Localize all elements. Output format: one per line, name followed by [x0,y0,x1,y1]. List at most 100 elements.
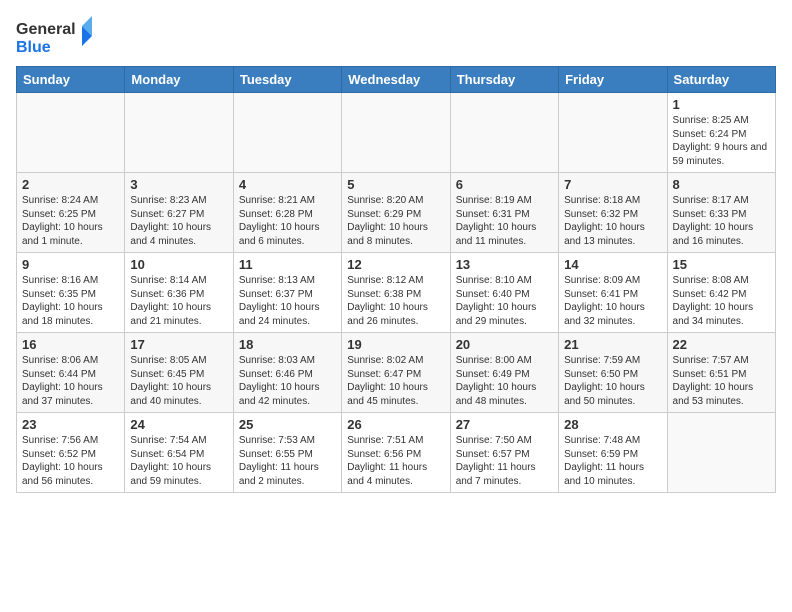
day-info: Sunrise: 7:53 AM Sunset: 6:55 PM Dayligh… [239,434,336,488]
day-info: Sunrise: 7:50 AM Sunset: 6:57 PM Dayligh… [456,434,553,488]
day-info: Sunrise: 8:05 AM Sunset: 6:45 PM Dayligh… [130,354,227,408]
day-info: Sunrise: 7:54 AM Sunset: 6:54 PM Dayligh… [130,434,227,488]
calendar-cell: 1 Sunrise: 8:25 AM Sunset: 6:24 PM Daylig… [667,93,775,173]
day-info: Sunrise: 8:03 AM Sunset: 6:46 PM Dayligh… [239,354,336,408]
day-info: Sunrise: 8:18 AM Sunset: 6:32 PM Dayligh… [564,194,661,248]
day-number: 18 [239,337,336,352]
day-number: 22 [673,337,770,352]
calendar-cell: 15 Sunrise: 8:08 AM Sunset: 6:42 PM Dayli… [667,253,775,333]
calendar-cell [450,93,558,173]
day-info: Sunrise: 8:17 AM Sunset: 6:33 PM Dayligh… [673,194,770,248]
calendar-cell: 26 Sunrise: 7:51 AM Sunset: 6:56 PM Dayli… [342,413,450,493]
calendar-cell: 22 Sunrise: 7:57 AM Sunset: 6:51 PM Dayli… [667,333,775,413]
calendar-cell [667,413,775,493]
weekday-header-saturday: Saturday [667,67,775,93]
day-info: Sunrise: 8:09 AM Sunset: 6:41 PM Dayligh… [564,274,661,328]
day-number: 17 [130,337,227,352]
day-number: 25 [239,417,336,432]
calendar-cell: 10 Sunrise: 8:14 AM Sunset: 6:36 PM Dayli… [125,253,233,333]
calendar-cell: 2 Sunrise: 8:24 AM Sunset: 6:25 PM Daylig… [17,173,125,253]
day-info: Sunrise: 8:16 AM Sunset: 6:35 PM Dayligh… [22,274,119,328]
day-info: Sunrise: 8:12 AM Sunset: 6:38 PM Dayligh… [347,274,444,328]
calendar-cell: 16 Sunrise: 8:06 AM Sunset: 6:44 PM Dayli… [17,333,125,413]
weekday-header-wednesday: Wednesday [342,67,450,93]
logo: GeneralBlue [16,16,96,58]
day-number: 6 [456,177,553,192]
day-info: Sunrise: 7:51 AM Sunset: 6:56 PM Dayligh… [347,434,444,488]
day-info: Sunrise: 7:59 AM Sunset: 6:50 PM Dayligh… [564,354,661,408]
day-number: 9 [22,257,119,272]
day-info: Sunrise: 8:02 AM Sunset: 6:47 PM Dayligh… [347,354,444,408]
day-number: 8 [673,177,770,192]
calendar-cell: 14 Sunrise: 8:09 AM Sunset: 6:41 PM Dayli… [559,253,667,333]
calendar-cell: 27 Sunrise: 7:50 AM Sunset: 6:57 PM Dayli… [450,413,558,493]
calendar-cell: 19 Sunrise: 8:02 AM Sunset: 6:47 PM Dayli… [342,333,450,413]
day-number: 15 [673,257,770,272]
day-info: Sunrise: 7:57 AM Sunset: 6:51 PM Dayligh… [673,354,770,408]
day-number: 2 [22,177,119,192]
weekday-header-tuesday: Tuesday [233,67,341,93]
day-number: 16 [22,337,119,352]
day-info: Sunrise: 8:24 AM Sunset: 6:25 PM Dayligh… [22,194,119,248]
day-info: Sunrise: 8:19 AM Sunset: 6:31 PM Dayligh… [456,194,553,248]
day-number: 12 [347,257,444,272]
calendar-week-row: 2 Sunrise: 8:24 AM Sunset: 6:25 PM Daylig… [17,173,776,253]
weekday-header-thursday: Thursday [450,67,558,93]
day-info: Sunrise: 8:14 AM Sunset: 6:36 PM Dayligh… [130,274,227,328]
day-number: 14 [564,257,661,272]
day-number: 27 [456,417,553,432]
day-info: Sunrise: 8:21 AM Sunset: 6:28 PM Dayligh… [239,194,336,248]
day-info: Sunrise: 8:25 AM Sunset: 6:24 PM Dayligh… [673,114,770,168]
svg-text:Blue: Blue [16,39,51,56]
day-info: Sunrise: 8:23 AM Sunset: 6:27 PM Dayligh… [130,194,227,248]
day-info: Sunrise: 8:13 AM Sunset: 6:37 PM Dayligh… [239,274,336,328]
calendar-cell: 7 Sunrise: 8:18 AM Sunset: 6:32 PM Daylig… [559,173,667,253]
day-info: Sunrise: 8:06 AM Sunset: 6:44 PM Dayligh… [22,354,119,408]
calendar-week-row: 1 Sunrise: 8:25 AM Sunset: 6:24 PM Daylig… [17,93,776,173]
calendar-cell [125,93,233,173]
day-number: 24 [130,417,227,432]
day-number: 28 [564,417,661,432]
page-header: GeneralBlue [16,16,776,58]
calendar-cell: 18 Sunrise: 8:03 AM Sunset: 6:46 PM Dayli… [233,333,341,413]
calendar-cell [17,93,125,173]
calendar-table: SundayMondayTuesdayWednesdayThursdayFrid… [16,66,776,493]
calendar-header-row: SundayMondayTuesdayWednesdayThursdayFrid… [17,67,776,93]
calendar-week-row: 16 Sunrise: 8:06 AM Sunset: 6:44 PM Dayli… [17,333,776,413]
calendar-cell: 21Sunrise: 7:59 AM Sunset: 6:50 PM Dayli… [559,333,667,413]
calendar-cell: 11 Sunrise: 8:13 AM Sunset: 6:37 PM Dayli… [233,253,341,333]
calendar-cell: 28 Sunrise: 7:48 AM Sunset: 6:59 PM Dayli… [559,413,667,493]
weekday-header-monday: Monday [125,67,233,93]
day-number: 7 [564,177,661,192]
day-number: 11 [239,257,336,272]
calendar-cell: 8 Sunrise: 8:17 AM Sunset: 6:33 PM Daylig… [667,173,775,253]
day-info: Sunrise: 8:20 AM Sunset: 6:29 PM Dayligh… [347,194,444,248]
calendar-cell: 13 Sunrise: 8:10 AM Sunset: 6:40 PM Dayli… [450,253,558,333]
day-info: Sunrise: 7:56 AM Sunset: 6:52 PM Dayligh… [22,434,119,488]
calendar-cell [233,93,341,173]
calendar-week-row: 23 Sunrise: 7:56 AM Sunset: 6:52 PM Dayli… [17,413,776,493]
day-number: 19 [347,337,444,352]
calendar-cell: 25 Sunrise: 7:53 AM Sunset: 6:55 PM Dayli… [233,413,341,493]
day-info: Sunrise: 8:08 AM Sunset: 6:42 PM Dayligh… [673,274,770,328]
day-number: 10 [130,257,227,272]
weekday-header-friday: Friday [559,67,667,93]
day-info: Sunrise: 8:10 AM Sunset: 6:40 PM Dayligh… [456,274,553,328]
calendar-cell: 20 Sunrise: 8:00 AM Sunset: 6:49 PM Dayli… [450,333,558,413]
weekday-header-sunday: Sunday [17,67,125,93]
day-info: Sunrise: 8:00 AM Sunset: 6:49 PM Dayligh… [456,354,553,408]
logo-svg: GeneralBlue [16,16,96,58]
calendar-cell: 17 Sunrise: 8:05 AM Sunset: 6:45 PM Dayli… [125,333,233,413]
calendar-cell [342,93,450,173]
day-number: 1 [673,97,770,112]
day-number: 23 [22,417,119,432]
svg-text:General: General [16,21,76,38]
day-number: 13 [456,257,553,272]
day-number: 26 [347,417,444,432]
day-number: 20 [456,337,553,352]
day-info: Sunrise: 7:48 AM Sunset: 6:59 PM Dayligh… [564,434,661,488]
calendar-cell: 6 Sunrise: 8:19 AM Sunset: 6:31 PM Daylig… [450,173,558,253]
calendar-cell: 9 Sunrise: 8:16 AM Sunset: 6:35 PM Daylig… [17,253,125,333]
calendar-cell [559,93,667,173]
calendar-cell: 12 Sunrise: 8:12 AM Sunset: 6:38 PM Dayli… [342,253,450,333]
